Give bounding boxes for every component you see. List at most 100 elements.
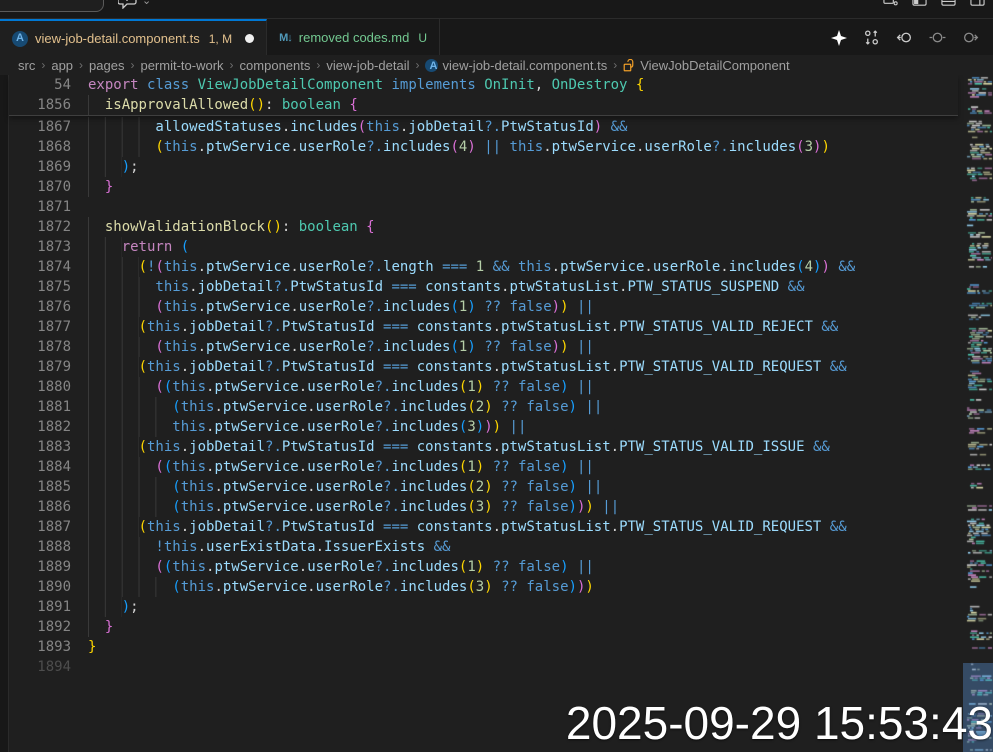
indent-guides [88,457,155,477]
line-number: 1867 [9,117,71,137]
code-lines[interactable]: 1867allowedStatuses.includes(this.jobDet… [9,117,958,677]
line-number: 1871 [9,197,71,217]
chevron-down-icon[interactable]: ⌄ [142,0,152,4]
breadcrumb-item-label: pages [89,58,124,73]
code-line[interactable]: 1885(this.ptwService.userRole?.includes(… [9,477,958,497]
breadcrumb-item[interactable]: src [18,58,35,73]
breadcrumb-item[interactable]: permit-to-work [140,58,223,73]
add-comment-icon[interactable] [118,0,138,9]
code-line[interactable]: 1890(this.ptwService.userRole?.includes(… [9,577,958,597]
compare-changes-icon[interactable] [863,29,880,46]
tab-bar: view-job-detail.component.ts 1, M M↓ rem… [0,18,993,56]
breadcrumb-item[interactable]: view-job-detail.component.ts [425,58,607,73]
code-line[interactable]: 1892} [9,617,958,637]
line-number: 1869 [9,157,71,177]
toggle-sidebar-left-icon[interactable] [912,0,927,8]
code-line[interactable]: 1869); [9,157,958,177]
tab-view-job-detail[interactable]: view-job-detail.component.ts 1, M [0,19,267,56]
code-line[interactable]: 1886(this.ptwService.userRole?.includes(… [9,497,958,517]
line-number: 1887 [9,517,71,537]
code-line[interactable]: 1888!this.userExistData.IssuerExists && [9,537,958,557]
breadcrumb-item-label: app [51,58,73,73]
code-line[interactable]: 1875this.jobDetail?.PtwStatusId === cons… [9,277,958,297]
code-text: ((this.ptwService.userRole?.includes(1) … [88,557,594,577]
line-number: 1894 [9,657,71,677]
line-number: 1883 [9,437,71,457]
code-line[interactable]: 1876(this.ptwService.userRole?.includes(… [9,297,958,317]
code-text: ); [88,597,139,617]
breadcrumb-separator: › [415,58,419,72]
code-line[interactable]: 1867allowedStatuses.includes(this.jobDet… [9,117,958,137]
code-line[interactable]: 1891); [9,597,958,617]
code-text: (this.ptwService.userRole?.includes(1) ?… [88,337,594,357]
code-line[interactable]: 1874(!(this.ptwService.userRole?.length … [9,257,958,277]
code-line[interactable]: 1883 (this.jobDetail?.PtwStatusId === con… [9,437,958,457]
indent-guides [88,417,172,437]
line-number: 1874 [9,257,71,277]
code-line[interactable]: 1893} [9,637,958,657]
indent-guides [88,557,155,577]
line-number: 1870 [9,177,71,197]
previous-change-icon[interactable] [896,29,913,46]
code-line[interactable]: 1879(this.jobDetail?.PtwStatusId === con… [9,357,958,377]
code-line[interactable]: 1878(this.ptwService.userRole?.includes(… [9,337,958,357]
code-line[interactable]: 1856isApprovalAllowed(): boolean { [9,95,958,115]
sticky-scroll[interactable]: 54 export class ViewJobDetailComponent im… [9,75,958,116]
code-line[interactable]: 1870} [9,177,958,197]
breadcrumb-item-label: permit-to-work [140,58,223,73]
code-line[interactable]: 1881(this.ptwService.userRole?.includes(… [9,397,958,417]
hover-widget [0,0,104,12]
current-change-icon[interactable] [929,29,946,46]
indent-guides [88,517,139,537]
code-line[interactable]: 1872showValidationBlock(): boolean { [9,217,958,237]
code-line[interactable]: 1871 [9,197,958,217]
breadcrumb-item[interactable]: view-job-detail [326,58,409,73]
indent-guides [88,237,122,257]
toggle-sidebar-right-icon[interactable] [970,0,985,8]
code-text: export class ViewJobDetailComponent impl… [88,75,644,95]
code-line[interactable]: 1894 [9,657,958,677]
code-line[interactable]: 1877(this.jobDetail?.PtwStatusId === con… [9,317,958,337]
code-line[interactable]: 54 export class ViewJobDetailComponent im… [9,75,958,95]
line-number: 1891 [9,597,71,617]
code-line[interactable]: 1880((this.ptwService.userRole?.includes… [9,377,958,397]
tab-removed-codes[interactable]: M↓ removed codes.md U [267,19,440,56]
breadcrumb-item-label: view-job-detail [326,58,409,73]
code-line[interactable]: 1887(this.jobDetail?.PtwStatusId === con… [9,517,958,537]
indent-guides [88,477,172,497]
minimap[interactable] [963,75,993,752]
code-text: this.ptwService.userRole?.includes(3))) … [88,417,526,437]
copilot-sparkle-icon[interactable] [831,30,847,46]
code-text: (this.jobDetail?.PtwStatusId === constan… [88,317,838,337]
code-line[interactable]: 1873return ( [9,237,958,257]
code-text: (this.jobDetail?.PtwStatusId === constan… [88,437,830,457]
code-line[interactable]: 1882this.ptwService.userRole?.includes(3… [9,417,958,437]
code-line[interactable]: 1884((this.ptwService.userRole?.includes… [9,457,958,477]
customize-layout-icon[interactable] [883,0,898,8]
indent-guides [88,617,105,637]
indent-guides [88,257,139,277]
next-change-icon[interactable] [962,29,979,46]
breadcrumb-item[interactable]: pages [89,58,124,73]
indent-guides [88,117,155,137]
line-number: 54 [9,75,71,95]
line-number: 1892 [9,617,71,637]
breadcrumb-item[interactable]: app [51,58,73,73]
toggle-panel-icon[interactable] [941,0,956,8]
breadcrumb-separator: › [316,58,320,72]
code-line[interactable]: 1889 ((this.ptwService.userRole?.includes… [9,557,958,577]
code-text: !this.userExistData.IssuerExists && [88,537,450,557]
breadcrumb-item[interactable]: components [240,58,311,73]
symbol-class-icon [623,59,636,72]
tab-decoration-badge: 1, M [209,32,232,46]
dirty-indicator-dot[interactable] [245,34,254,43]
tab-label: view-job-detail.component.ts [35,31,200,46]
timestamp-overlay: 2025-09-29 15:53:43 [566,696,993,750]
indent-guides [88,137,155,157]
code-editor[interactable]: 54 export class ViewJobDetailComponent im… [0,75,993,752]
code-line[interactable]: 1868(this.ptwService.userRole?.includes(… [9,137,958,157]
line-number: 1889 [9,557,71,577]
indent-guides [88,217,105,237]
angular-component-icon [12,31,28,47]
breadcrumb-item[interactable]: ViewJobDetailComponent [623,58,789,73]
